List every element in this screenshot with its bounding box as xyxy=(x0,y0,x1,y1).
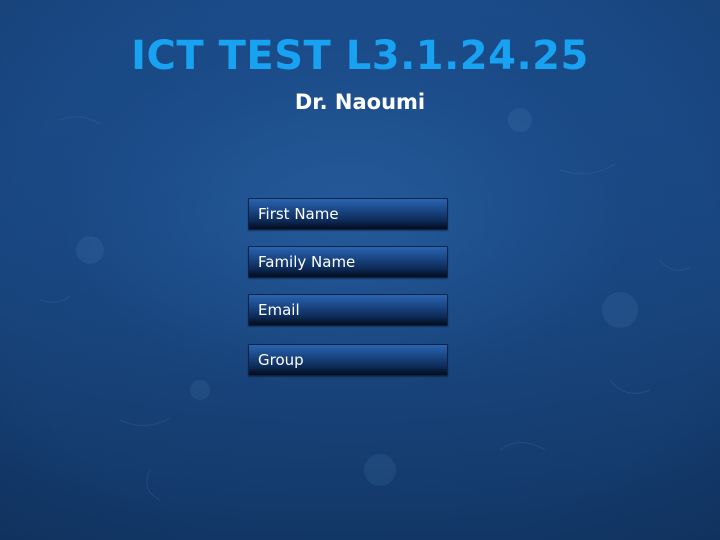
page-subtitle: Dr. Naoumi xyxy=(294,90,426,114)
page-title: ICT TEST L3.1.24.25 xyxy=(131,33,589,79)
group-field[interactable] xyxy=(248,344,448,376)
family-name-field[interactable] xyxy=(248,246,448,278)
first-name-field[interactable] xyxy=(248,198,448,230)
family-name-input[interactable] xyxy=(249,247,447,277)
email-input[interactable] xyxy=(249,295,447,325)
group-input[interactable] xyxy=(249,345,447,375)
first-name-input[interactable] xyxy=(249,199,447,229)
email-field[interactable] xyxy=(248,294,448,326)
